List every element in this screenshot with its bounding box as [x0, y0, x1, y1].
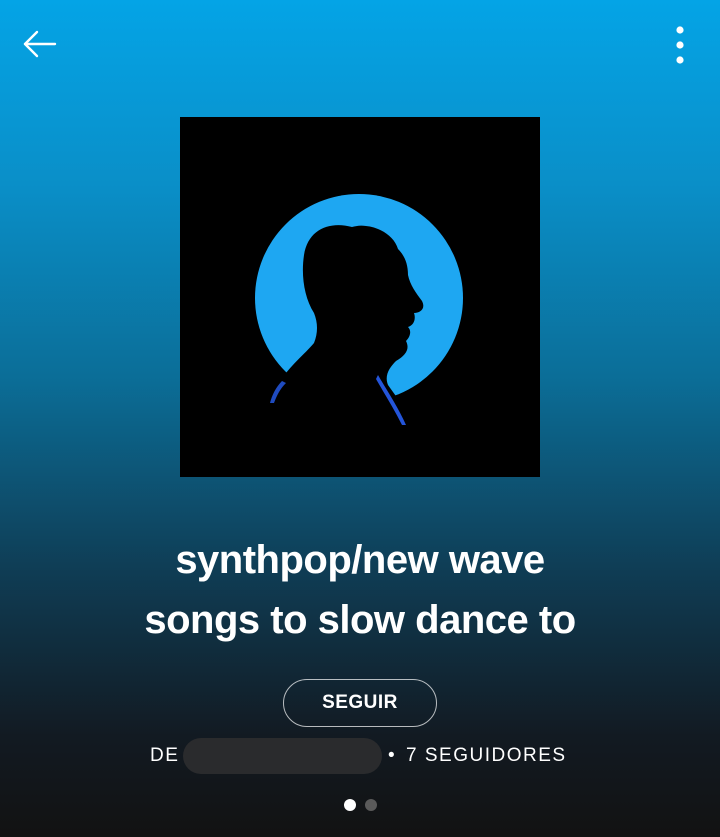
- playlist-cover: [180, 117, 540, 477]
- more-vertical-icon: [676, 26, 684, 64]
- back-button[interactable]: [14, 22, 66, 66]
- more-options-button[interactable]: [660, 20, 700, 70]
- page-dot-active[interactable]: [343, 799, 356, 811]
- arrow-left-icon: [23, 30, 57, 58]
- page-indicator: [0, 799, 720, 813]
- follow-button[interactable]: SEGUIR: [283, 679, 437, 727]
- silhouette-cover-art: [180, 117, 540, 477]
- page-dot[interactable]: [364, 799, 377, 811]
- followers-count: 7 SEGUIDORES: [406, 745, 567, 766]
- meta-separator: •: [388, 745, 397, 766]
- playlist-title: synthpop/new wave songs to slow dance to: [144, 538, 576, 642]
- playlist-meta: DE • 7 SEGUIDORES: [0, 736, 720, 776]
- owner-name-redacted[interactable]: [183, 738, 382, 774]
- owner-prefix: DE: [150, 745, 180, 766]
- top-bar: [0, 0, 720, 90]
